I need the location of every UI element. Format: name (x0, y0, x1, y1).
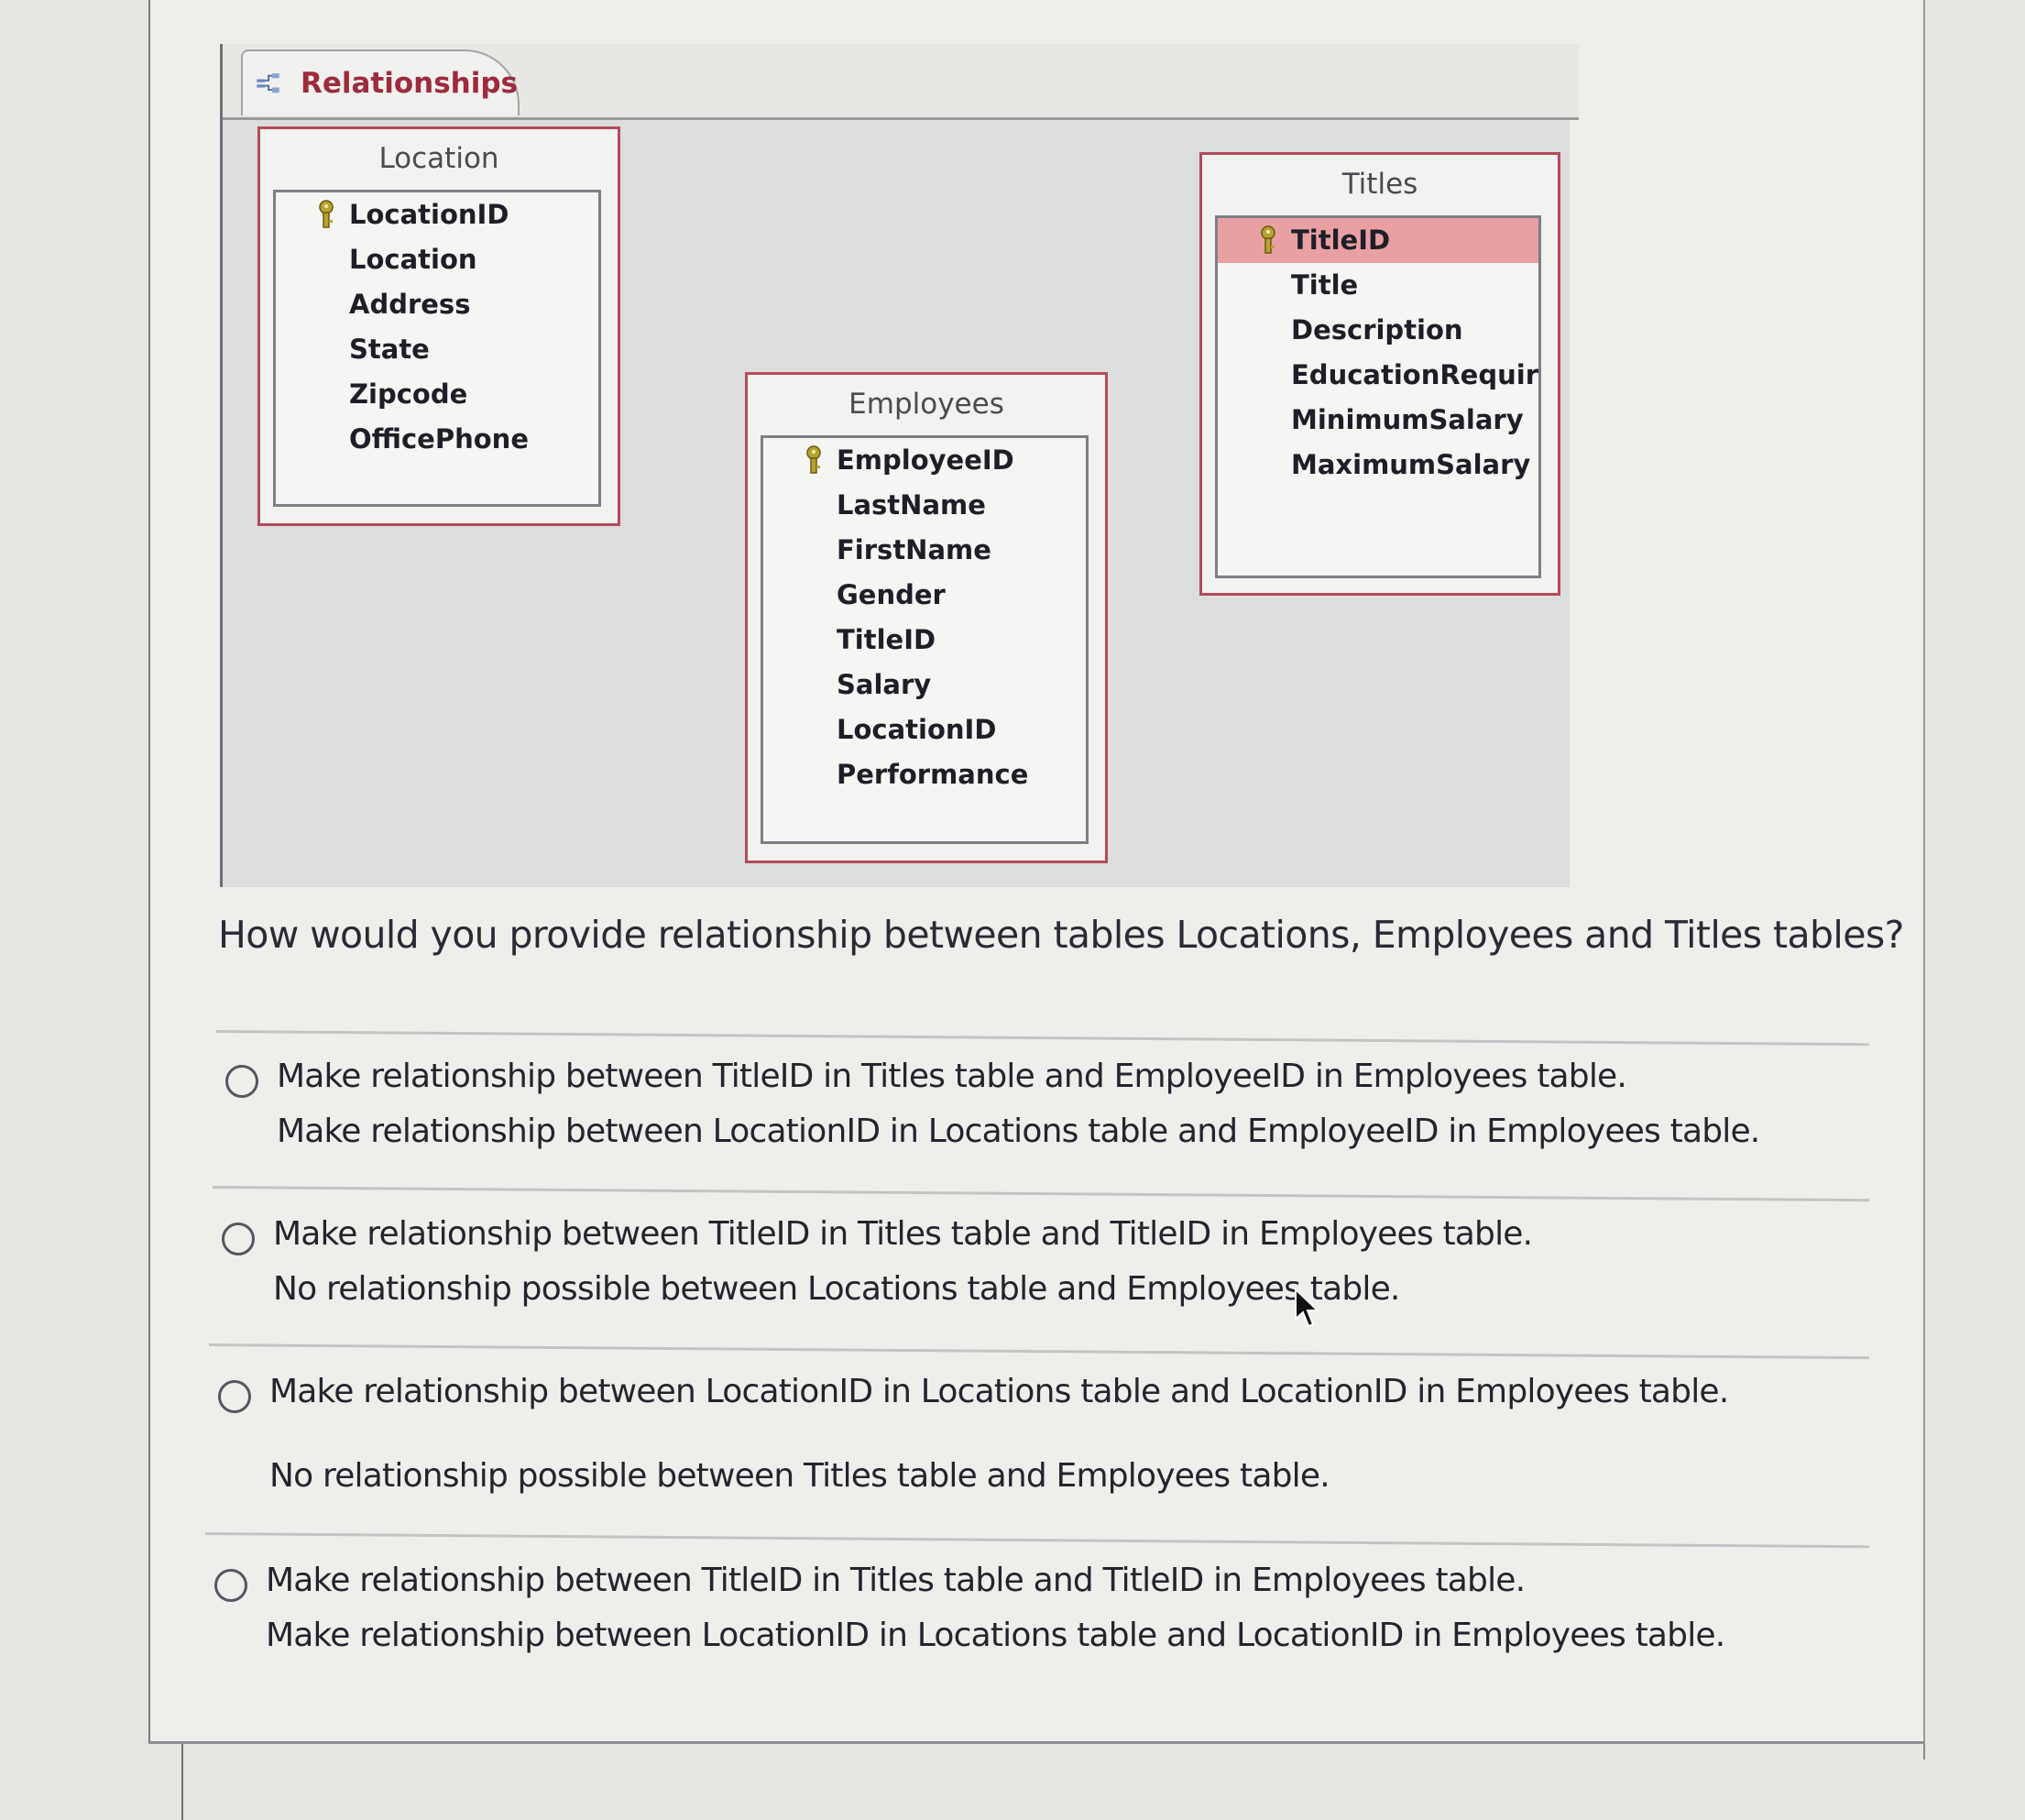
field-name: EducationRequired (1291, 359, 1538, 390)
field-name: Title (1291, 269, 1359, 301)
table-field[interactable]: LastName (763, 483, 1086, 528)
tab-relationships[interactable]: Relationships (241, 49, 520, 115)
table-field[interactable]: TitleID (1218, 218, 1538, 263)
table-field[interactable]: OfficePhone (276, 417, 598, 462)
field-name: Zipcode (349, 378, 468, 410)
table-title: Titles (1341, 168, 1418, 201)
field-name: EmployeeID (837, 444, 1014, 476)
table-title: Employees (848, 388, 1004, 421)
field-name: TitleID (1291, 225, 1391, 256)
table-field[interactable]: Zipcode (276, 372, 598, 417)
option-line: Make relationship between TitleID in Tit… (266, 1562, 1526, 1599)
field-list: LocationID Location Address State Zipcode Off… (273, 190, 601, 507)
field-name: LastName (837, 489, 986, 521)
option-line: Make relationship between LocationID in … (277, 1113, 1760, 1150)
table-title: Location (378, 142, 499, 175)
field-name: Gender (837, 579, 946, 610)
primary-key-icon (1261, 225, 1275, 254)
question-text: How would you provide relationship betwe… (218, 913, 1904, 957)
mouse-cursor-icon (1295, 1288, 1320, 1328)
field-name: Description (1291, 314, 1463, 345)
table-field[interactable]: Address (276, 282, 598, 327)
radio-button[interactable] (214, 1569, 247, 1602)
field-name: MaximumSalary (1291, 449, 1531, 480)
relationships-window: Relationships Location LocationID Locatio… (220, 44, 1579, 887)
table-employees[interactable]: Employees EmployeeID LastName FirstName Gen… (745, 372, 1108, 863)
option-line: Make relationship between LocationID in … (266, 1617, 1725, 1654)
field-name: State (349, 334, 430, 365)
field-name: OfficePhone (349, 423, 529, 455)
table-field[interactable]: Description (1218, 308, 1538, 353)
field-name: Performance (837, 759, 1029, 790)
table-field[interactable]: MaximumSalary (1218, 443, 1538, 488)
table-field[interactable]: LocationID (276, 192, 598, 237)
field-list: TitleID Title Description EducationRequired… (1215, 215, 1541, 578)
table-field[interactable]: TitleID (763, 618, 1086, 663)
tab-label: Relationships (300, 67, 518, 100)
table-field[interactable]: LocationID (763, 707, 1086, 752)
field-name: FirstName (837, 534, 991, 565)
field-name: Salary (837, 669, 932, 700)
field-name: LocationID (349, 199, 509, 230)
tab-strip: Relationships (223, 44, 1579, 120)
option-line: No relationship possible between Titles … (269, 1457, 1330, 1495)
field-name: MinimumSalary (1291, 404, 1524, 435)
field-name: TitleID (837, 624, 936, 655)
radio-button[interactable] (218, 1380, 251, 1413)
table-location[interactable]: Location LocationID Location Address State Z… (257, 126, 620, 526)
field-list: EmployeeID LastName FirstName Gender TitleID… (761, 435, 1089, 844)
radio-button[interactable] (225, 1065, 258, 1098)
field-name: LocationID (837, 714, 997, 745)
table-field[interactable]: Gender (763, 573, 1086, 618)
primary-key-icon (319, 200, 334, 228)
table-field[interactable]: State (276, 327, 598, 372)
table-field[interactable]: Salary (763, 663, 1086, 707)
option-line: Make relationship between TitleID in Tit… (277, 1058, 1627, 1095)
relationships-icon (257, 73, 279, 93)
table-field[interactable]: Performance (763, 752, 1086, 797)
table-field[interactable]: FirstName (763, 528, 1086, 573)
table-field[interactable]: EducationRequired (1218, 353, 1538, 398)
table-field[interactable]: Title (1218, 263, 1538, 308)
table-field[interactable]: MinimumSalary (1218, 398, 1538, 443)
table-titles[interactable]: Titles TitleID Title Description EducationR… (1199, 152, 1560, 596)
primary-key-icon (806, 445, 821, 474)
field-name: Address (349, 289, 471, 320)
field-name: Location (349, 244, 477, 275)
option-line: Make relationship between LocationID in … (269, 1373, 1729, 1410)
table-field[interactable]: EmployeeID (763, 438, 1086, 483)
radio-button[interactable] (222, 1222, 255, 1255)
option-line: No relationship possible between Locatio… (273, 1270, 1400, 1308)
table-field[interactable]: Location (276, 237, 598, 282)
option-line: Make relationship between TitleID in Tit… (273, 1215, 1533, 1253)
